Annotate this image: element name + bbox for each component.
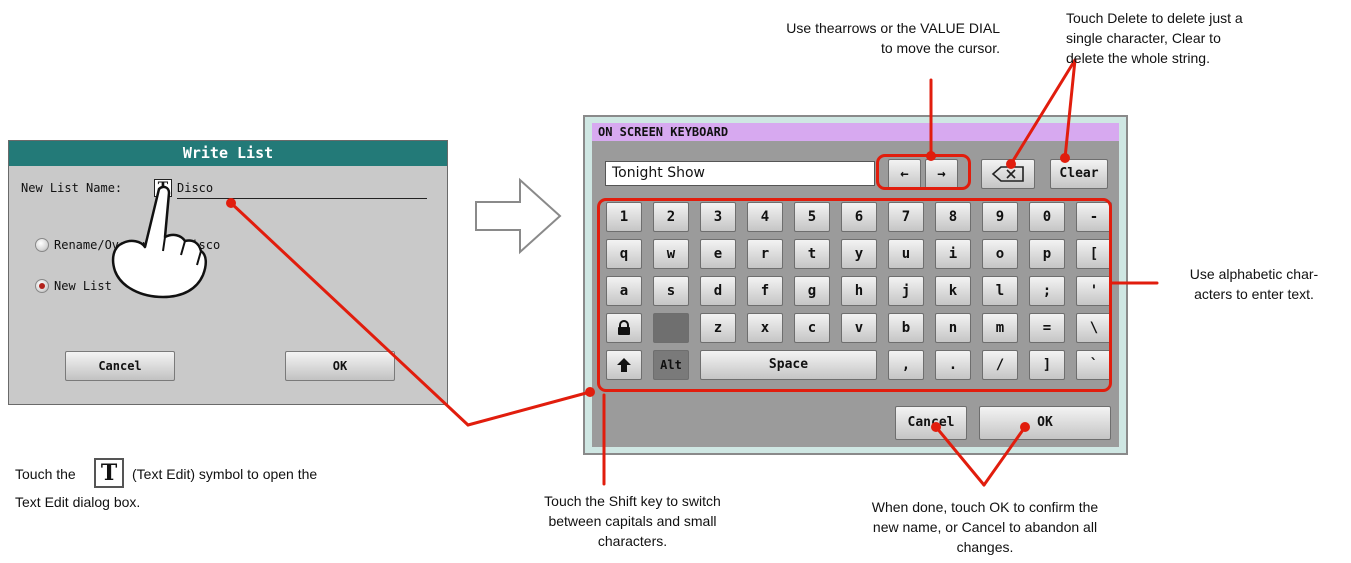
shift-note: Touch the Shift key to switch between ca…	[544, 493, 721, 549]
text-edit-note-line2: Text Edit dialog box.	[15, 494, 141, 510]
confirm-note: When done, touch OK to confirm the new n…	[871, 499, 1099, 555]
text-edit-note-end: (Text Edit) symbol to open the	[132, 466, 318, 482]
text-edit-note-start: Touch the	[15, 466, 76, 482]
arrows-note: Use thearrows or the VALUE DIAL to move …	[786, 20, 1000, 56]
delete-clear-note: Touch Delete to delete just a single cha…	[1066, 10, 1243, 66]
alphabetic-note: Use alphabetic char- acters to enter tex…	[1189, 266, 1319, 302]
text-edit-symbol-icon: T	[94, 458, 124, 488]
